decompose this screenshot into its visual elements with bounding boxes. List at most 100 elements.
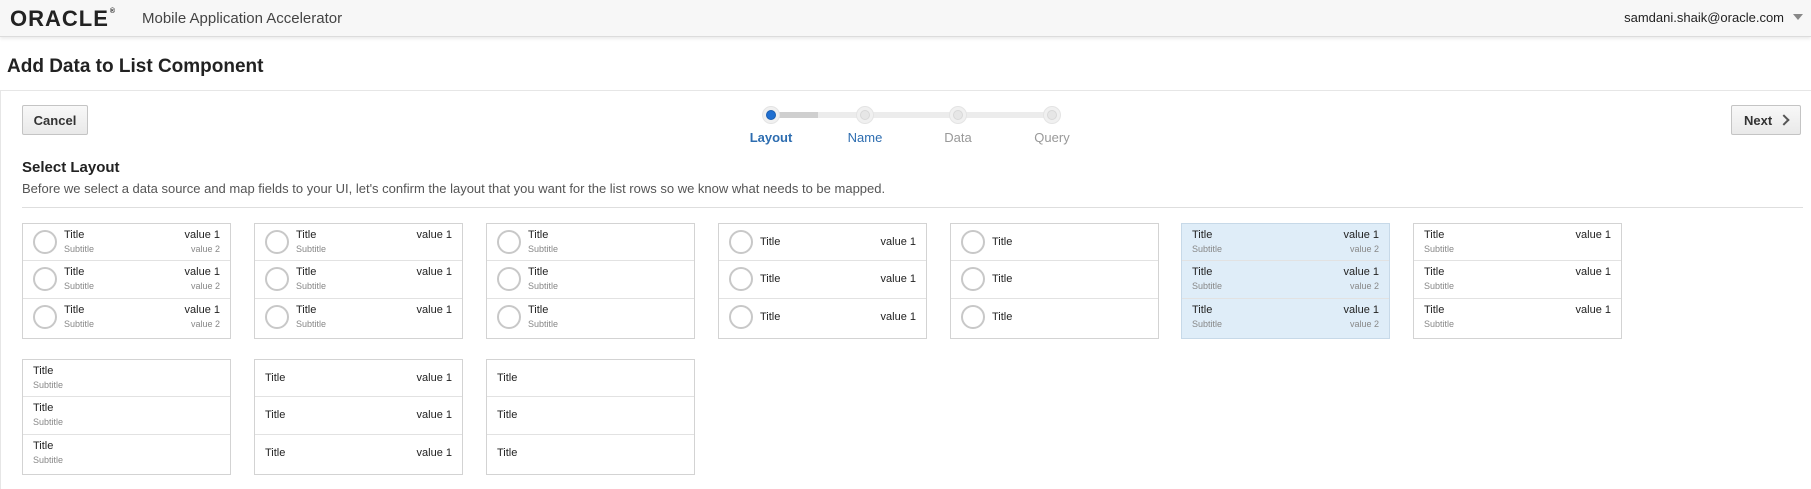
row-title: Title (33, 402, 54, 415)
row-value-1: value 1 (1575, 229, 1611, 241)
list-item: Title Subtitle (487, 224, 694, 262)
row-subtitle: Subtitle (296, 244, 327, 254)
list-item: Title Subtitle value 1 value 2 (23, 299, 230, 336)
step-dot-name[interactable] (856, 106, 874, 124)
avatar-placeholder-icon (497, 267, 521, 292)
next-button-label: Next (1744, 112, 1773, 128)
row-value-1: value 1 (1343, 266, 1379, 279)
layout-option-9[interactable]: Title value 1 Title value 1 Title value 1 (254, 359, 463, 475)
row-title: Title (64, 229, 85, 241)
list-item: Title value 1 (255, 397, 462, 435)
avatar-placeholder-icon (497, 230, 521, 254)
step-label-name[interactable]: Name (825, 130, 905, 145)
layout-option-4[interactable]: Title value 1 Title value 1 Title value 1 (718, 223, 927, 339)
row-subtitle: Subtitle (1192, 281, 1223, 292)
row-value-1: value 1 (416, 372, 452, 384)
avatar-placeholder-icon (265, 304, 289, 329)
step-label-data[interactable]: Data (918, 130, 998, 145)
user-menu[interactable]: samdani.shaik@oracle.com (1624, 10, 1784, 25)
avatar-placeholder-icon (33, 267, 57, 292)
avatar-placeholder-icon (497, 304, 521, 329)
row-title: Title (64, 303, 85, 316)
row-title: Title (992, 310, 1013, 323)
row-value-2: value 2 (1349, 318, 1379, 329)
divider (22, 207, 1803, 208)
step-dot-data[interactable] (949, 106, 967, 124)
row-subtitle: Subtitle (296, 281, 327, 292)
row-title: Title (992, 236, 1013, 248)
row-value-1: value 1 (416, 303, 452, 316)
row-value-1: value 1 (880, 236, 916, 248)
row-value-1: value 1 (416, 266, 452, 279)
row-value-1: value 1 (416, 229, 452, 241)
list-item: Title (951, 299, 1158, 336)
layout-option-6[interactable]: Title Subtitle value 1 value 2 Title Subtitle… (1181, 223, 1390, 339)
row-value-1: value 1 (416, 446, 452, 459)
list-item: Title Subtitle value 1 (255, 224, 462, 262)
row-title: Title (265, 372, 286, 384)
row-value-1: value 1 (1343, 303, 1379, 316)
row-title: Title (64, 266, 85, 279)
step-dot-layout[interactable] (762, 106, 780, 124)
layout-option-2[interactable]: Title Subtitle value 1 Title Subtitle value 1… (254, 223, 463, 339)
row-title: Title (265, 409, 286, 422)
row-subtitle: Subtitle (1192, 318, 1223, 329)
row-value-1: value 1 (184, 266, 220, 279)
row-value-1: value 1 (1575, 266, 1611, 279)
list-item: Title Subtitle (487, 299, 694, 336)
next-button[interactable]: Next (1731, 105, 1801, 135)
row-title: Title (296, 303, 317, 316)
app-title: Mobile Application Accelerator (142, 10, 343, 27)
row-value-2: value 2 (1349, 244, 1379, 254)
avatar-placeholder-icon (33, 230, 57, 254)
step-label-layout[interactable]: Layout (731, 130, 811, 145)
top-bar: ORACLE® Mobile Application Accelerator s… (0, 0, 1811, 37)
row-value-2: value 2 (190, 244, 220, 254)
list-item: Title Subtitle value 1 (1414, 224, 1621, 262)
list-item: Title Subtitle value 1 value 2 (23, 261, 230, 299)
list-item: Title value 1 (719, 261, 926, 299)
avatar-placeholder-icon (33, 304, 57, 329)
list-item: Title Subtitle value 1 (255, 261, 462, 299)
avatar-placeholder-icon (265, 267, 289, 292)
row-title: Title (528, 266, 549, 279)
row-value-2: value 2 (1349, 281, 1379, 292)
layout-option-3[interactable]: Title Subtitle Title Subtitle Title Subtitle (486, 223, 695, 339)
avatar-placeholder-icon (729, 304, 753, 329)
list-item: Title Subtitle value 1 (1414, 299, 1621, 336)
caret-down-icon[interactable] (1793, 14, 1803, 20)
cancel-button[interactable]: Cancel (22, 105, 88, 135)
list-item: Title Subtitle value 1 (1414, 261, 1621, 299)
row-value-1: value 1 (880, 310, 916, 323)
list-item: Title value 1 (255, 360, 462, 398)
row-subtitle: Subtitle (1192, 244, 1223, 254)
list-item: Title (951, 261, 1158, 299)
step-dot-query[interactable] (1043, 106, 1061, 124)
row-subtitle: Subtitle (528, 318, 559, 329)
layout-option-8[interactable]: Title Subtitle Title Subtitle Title Subtitle (22, 359, 231, 475)
list-item: Title Subtitle (23, 397, 230, 435)
row-value-1: value 1 (1343, 229, 1379, 241)
layout-option-7[interactable]: Title Subtitle value 1 Title Subtitle value 1… (1413, 223, 1622, 339)
row-subtitle: Subtitle (296, 318, 327, 329)
oracle-logo: ORACLE® (10, 6, 117, 31)
row-subtitle: Subtitle (528, 244, 559, 254)
page-title: Add Data to List Component (7, 56, 264, 77)
row-title: Title (760, 273, 781, 286)
avatar-placeholder-icon (961, 267, 985, 292)
layout-option-10[interactable]: Title Title Title (486, 359, 695, 475)
section-description: Before we select a data source and map f… (22, 181, 886, 196)
row-title: Title (1424, 303, 1445, 316)
row-title: Title (497, 372, 518, 384)
avatar-placeholder-icon (265, 230, 289, 254)
list-item: Title value 1 (719, 299, 926, 336)
layout-option-5[interactable]: Title Title Title (950, 223, 1159, 339)
row-title: Title (296, 266, 317, 279)
row-subtitle: Subtitle (33, 454, 64, 465)
layout-option-1[interactable]: Title Subtitle value 1 value 2 Title Subtitle… (22, 223, 231, 339)
avatar-placeholder-icon (729, 267, 753, 292)
row-subtitle: Subtitle (528, 281, 559, 292)
step-label-query[interactable]: Query (1012, 130, 1092, 145)
row-title: Title (760, 236, 781, 248)
row-title: Title (1424, 229, 1445, 241)
